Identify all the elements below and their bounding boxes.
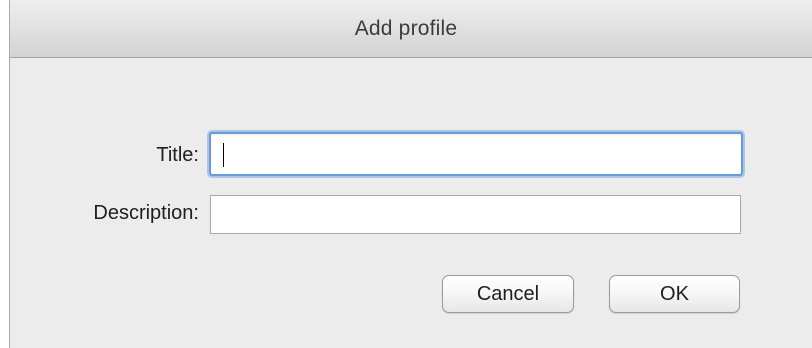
window-title: Add profile bbox=[354, 16, 458, 40]
title-bar[interactable]: Add profile bbox=[10, 0, 812, 58]
title-input[interactable] bbox=[209, 132, 743, 176]
description-label: Description: bbox=[93, 202, 199, 224]
cancel-button[interactable]: Cancel bbox=[442, 275, 574, 313]
add-profile-dialog: Add profile Title: Description: Cancel O… bbox=[9, 0, 812, 348]
text-cursor bbox=[223, 143, 224, 167]
description-input[interactable] bbox=[210, 195, 741, 234]
title-label: Title: bbox=[156, 144, 199, 166]
ok-button[interactable]: OK bbox=[609, 275, 740, 313]
